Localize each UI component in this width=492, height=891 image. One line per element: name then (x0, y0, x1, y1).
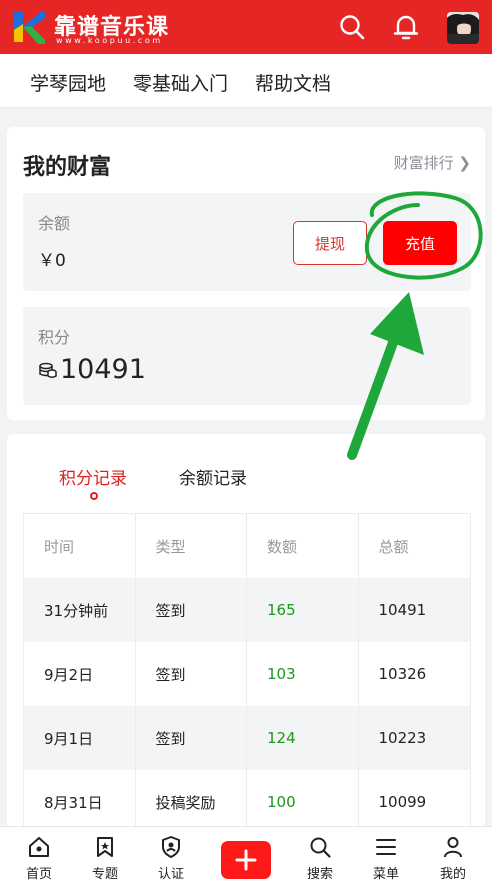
points-value: 10491 (60, 354, 146, 385)
table-row: 31分钟前 签到 165 10491 (24, 578, 470, 642)
recharge-button[interactable]: 充值 (383, 221, 457, 265)
records-card: 积分记录 余额记录 时间 类型 数额 总额 31分钟前 签到 165 10491… (7, 434, 485, 835)
coins-icon (39, 362, 57, 378)
cell-time: 9月2日 (24, 642, 136, 706)
cell-type: 签到 (136, 706, 247, 770)
cell-type: 签到 (136, 642, 247, 706)
site-logo[interactable]: 靠谱音乐课 www.koopuu.com (12, 8, 168, 48)
sub-navigation: 学琴园地 零基础入门 帮助文档 (0, 54, 492, 108)
nav-label-topics: 专题 (91, 867, 118, 882)
nav-item-certification[interactable]: 认证 (141, 835, 201, 889)
balance-box: 余额 ￥0 提现 充值 (23, 193, 471, 291)
subnav-item-piano-garden[interactable]: 学琴园地 (30, 69, 106, 96)
user-icon (444, 837, 462, 858)
cell-total: 10491 (378, 601, 427, 619)
top-bar: 靠谱音乐课 www.koopuu.com (0, 0, 492, 54)
balance-label: 余额 (38, 214, 71, 233)
cell-time: 8月31日 (24, 770, 136, 834)
home-icon (29, 837, 49, 857)
nav-item-search[interactable]: 搜索 (290, 835, 350, 889)
publish-plus-button[interactable] (221, 841, 271, 879)
cell-type: 签到 (136, 578, 247, 642)
cell-amount: 100 (247, 770, 359, 834)
column-header-type: 类型 (136, 514, 247, 578)
nav-item-menu[interactable]: 菜单 (356, 835, 416, 889)
points-display: 10491 (38, 354, 146, 385)
tab-balance-records[interactable]: 余额记录 (179, 464, 247, 489)
cell-amount: 165 (247, 578, 359, 642)
subnav-item-beginner[interactable]: 零基础入门 (133, 69, 228, 96)
wealth-ranking-link[interactable]: 财富排行 ❯ (394, 152, 471, 173)
logo-k-icon (14, 12, 45, 44)
table-row: 9月1日 签到 124 10223 (24, 706, 470, 770)
cell-total: 10223 (378, 729, 427, 747)
cell-time: 9月1日 (24, 706, 136, 770)
nav-label-mine: 我的 (439, 867, 466, 882)
cell-total: 10099 (378, 793, 427, 811)
wealth-card: 我的财富 财富排行 ❯ 余额 ￥0 提现 充值 积分 10491 (7, 127, 485, 420)
active-tab-indicator (90, 492, 98, 500)
cell-total: 10326 (378, 665, 427, 683)
balance-value: ￥0 (38, 251, 66, 271)
wealth-title: 我的财富 (23, 155, 112, 180)
cell-type: 投稿奖励 (136, 770, 247, 834)
logo-subtitle: www.koopuu.com (56, 36, 163, 45)
cell-time: 31分钟前 (24, 578, 136, 642)
avatar-image (447, 12, 479, 44)
menu-icon (376, 839, 396, 855)
subnav-item-help-docs[interactable]: 帮助文档 (255, 69, 331, 96)
shield-user-icon (162, 836, 180, 858)
records-table: 时间 类型 数额 总额 31分钟前 签到 165 10491 9月2日 签到 1… (23, 513, 471, 835)
column-header-amount: 数额 (247, 514, 359, 578)
bell-icon[interactable] (392, 13, 420, 41)
column-header-total: 总额 (378, 537, 409, 556)
cell-amount: 124 (247, 706, 359, 770)
bookmark-icon (97, 837, 113, 857)
nav-label-certification: 认证 (157, 867, 184, 882)
search-icon[interactable] (338, 13, 366, 41)
nav-item-mine[interactable]: 我的 (423, 835, 483, 889)
nav-label-menu: 菜单 (372, 867, 399, 882)
tab-points-records[interactable]: 积分记录 (59, 464, 127, 489)
table-header-row: 时间 类型 数额 总额 (24, 514, 470, 578)
nav-item-home[interactable]: 首页 (9, 835, 69, 889)
bottom-navigation: 首页 专题 认证 搜索 菜单 我的 (0, 826, 492, 891)
table-row: 8月31日 投稿奖励 100 10099 (24, 770, 470, 834)
points-box: 积分 10491 (23, 307, 471, 405)
search-icon (310, 837, 331, 858)
cell-amount: 103 (247, 642, 359, 706)
column-header-time: 时间 (24, 514, 136, 578)
nav-label-home: 首页 (25, 867, 52, 882)
withdraw-button[interactable]: 提现 (293, 221, 367, 265)
nav-label-search: 搜索 (306, 867, 333, 882)
nav-item-topics[interactable]: 专题 (75, 835, 135, 889)
points-label: 积分 (38, 328, 71, 347)
avatar[interactable] (447, 12, 479, 44)
plus-icon (235, 849, 257, 871)
table-row: 9月2日 签到 103 10326 (24, 642, 470, 706)
